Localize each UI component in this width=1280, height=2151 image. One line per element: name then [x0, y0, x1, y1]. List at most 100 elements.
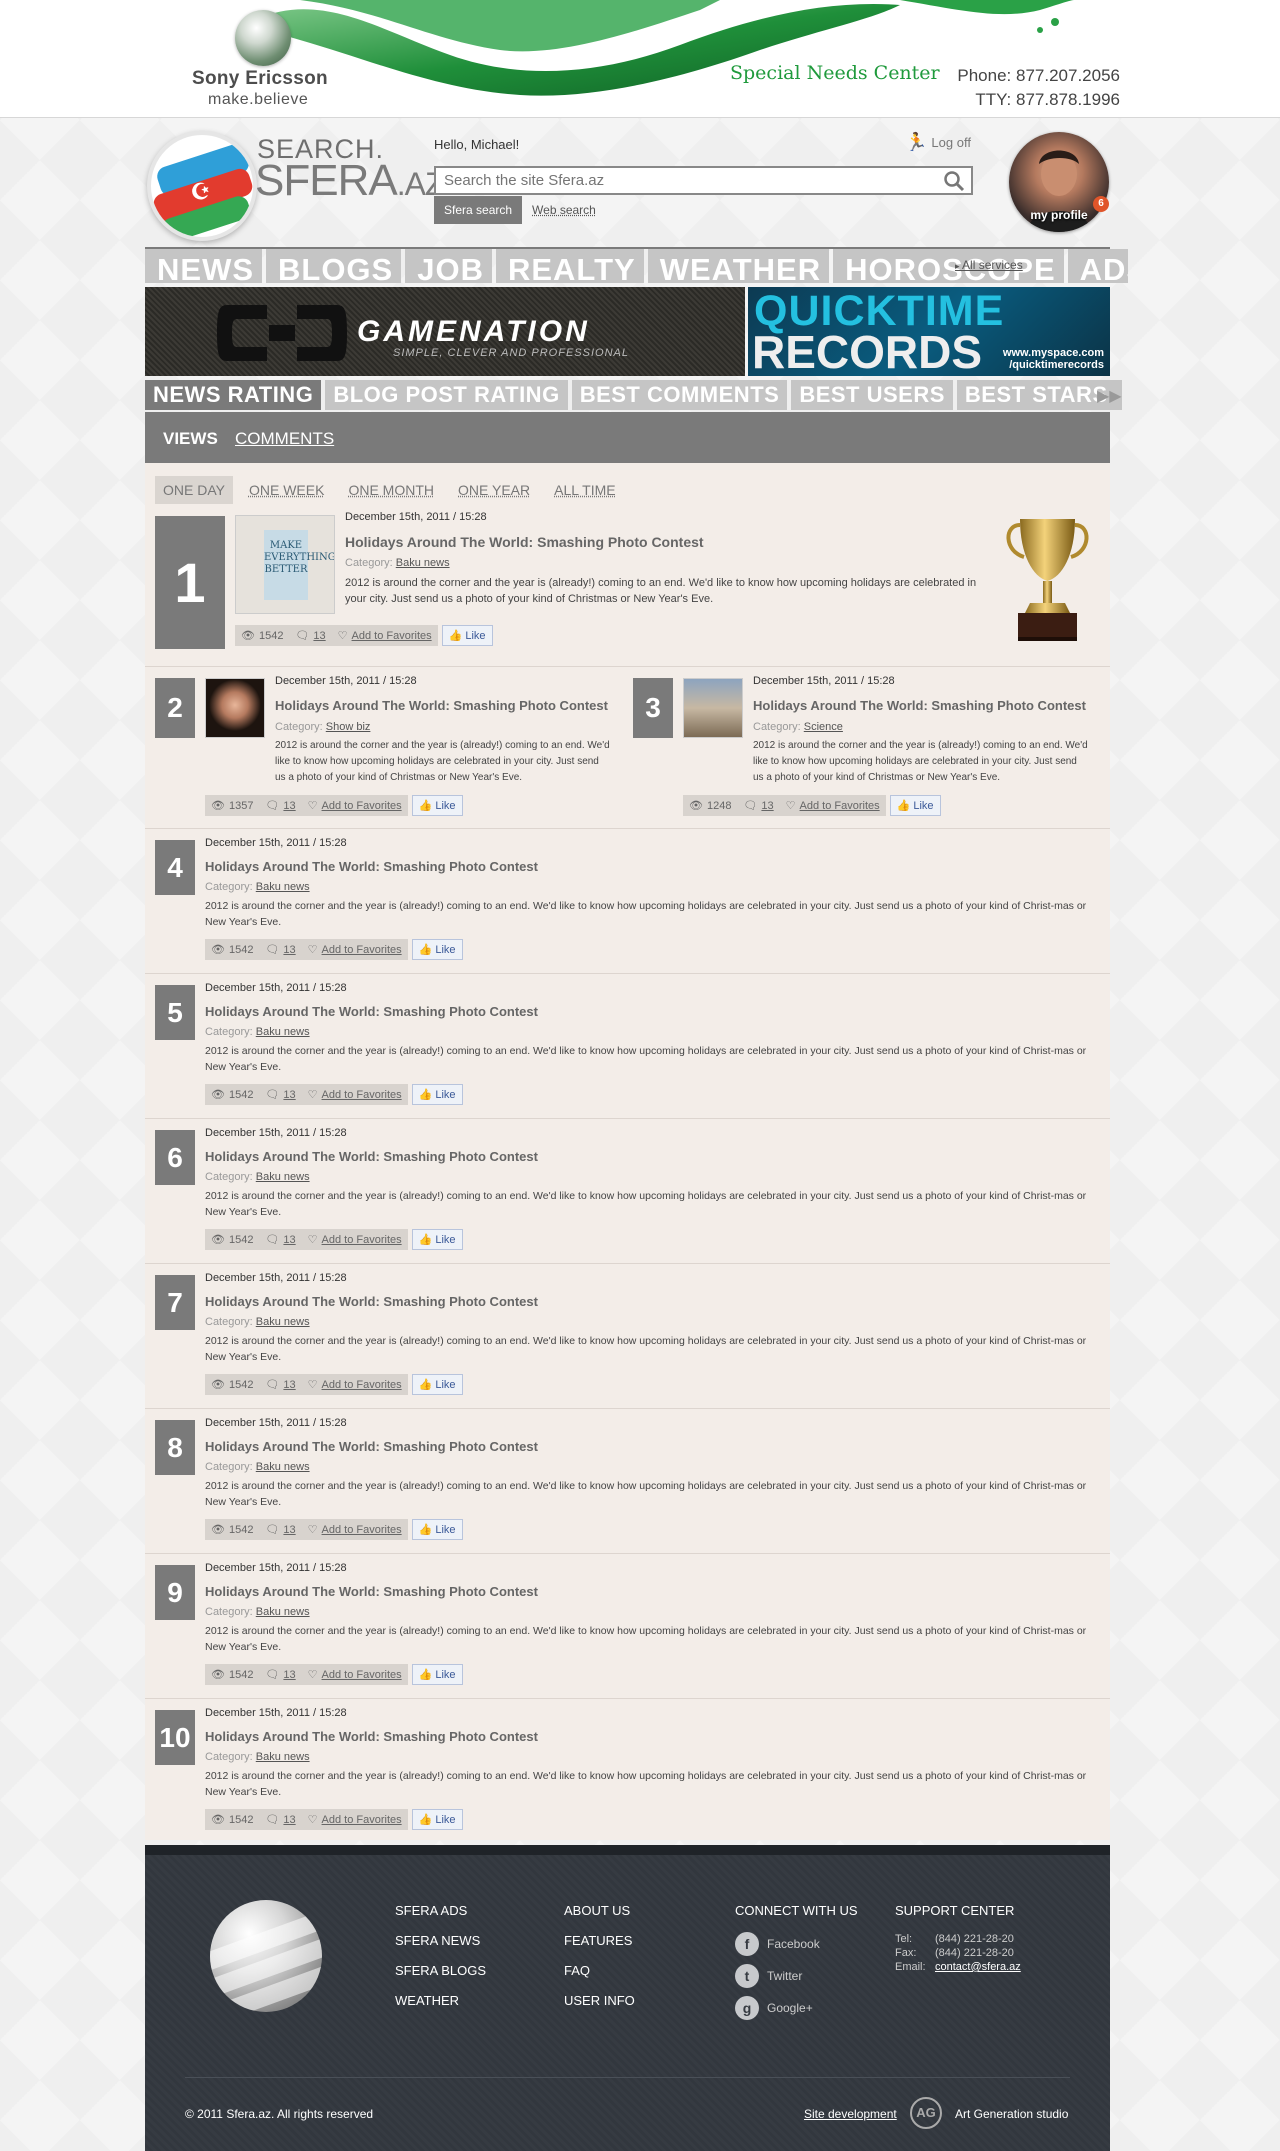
social-google-plus[interactable]: g Google+ — [735, 1996, 858, 2020]
like-button[interactable]: 👍 Like — [411, 939, 463, 960]
search-input[interactable] — [436, 168, 971, 193]
add-to-favorites-link[interactable]: Add to Favorites — [322, 1379, 402, 1391]
tab-comments[interactable]: COMMENTS — [235, 429, 334, 449]
add-to-favorites-link[interactable]: Add to Favorites — [322, 1524, 402, 1536]
avatar[interactable]: my profile — [1009, 132, 1109, 232]
logout-link[interactable]: 🏃 Log off — [905, 132, 971, 153]
article-title[interactable]: Holidays Around The World: Smashing Phot… — [205, 1149, 538, 1164]
footer-link-sfera-news[interactable]: SFERA NEWS — [395, 1933, 486, 1949]
logo-text-sfera[interactable]: SFERA.AZ — [255, 156, 444, 206]
like-button[interactable]: 👍 Like — [411, 1809, 463, 1830]
article-title[interactable]: Holidays Around The World: Smashing Phot… — [205, 1584, 538, 1599]
article-title[interactable]: Holidays Around The World: Smashing Phot… — [205, 1729, 538, 1744]
like-button[interactable]: 👍 Like — [411, 1664, 463, 1685]
notification-badge[interactable]: 6 — [1093, 196, 1109, 212]
article-title[interactable]: Holidays Around The World: Smashing Phot… — [275, 698, 608, 713]
add-to-favorites-link[interactable]: Add to Favorites — [322, 1089, 402, 1101]
comment-count[interactable]: 13 — [283, 1089, 295, 1101]
all-services-link[interactable]: All services — [955, 258, 1023, 272]
nav-news[interactable]: NEWS — [145, 249, 262, 283]
category-link[interactable]: Baku news — [256, 1026, 310, 1038]
comment-count[interactable]: 13 — [283, 944, 295, 956]
comment-count[interactable]: 13 — [283, 1814, 295, 1826]
footer-link-sfera-ads[interactable]: SFERA ADS — [395, 1903, 486, 1919]
art-generation-logo-icon[interactable]: AG — [910, 2097, 942, 2129]
like-button[interactable]: 👍 Like — [889, 795, 941, 816]
add-to-favorites-link[interactable]: Add to Favorites — [800, 800, 880, 812]
category-link[interactable]: Baku news — [256, 1171, 310, 1183]
comment-count[interactable]: 13 — [313, 630, 325, 642]
category-link[interactable]: Baku news — [256, 1461, 310, 1473]
add-to-favorites-link[interactable]: Add to Favorites — [322, 800, 402, 812]
tab-one-year[interactable]: ONE YEAR — [450, 476, 538, 504]
nav-realty[interactable]: REALTY — [495, 249, 644, 283]
article-title[interactable]: Holidays Around The World: Smashing Phot… — [205, 859, 538, 874]
tab-best-comments[interactable]: BEST COMMENTS — [571, 380, 788, 410]
social-twitter[interactable]: t Twitter — [735, 1964, 858, 1988]
tab-one-day[interactable]: ONE DAY — [155, 476, 233, 504]
nav-blogs[interactable]: BLOGS — [266, 249, 402, 283]
like-button[interactable]: 👍 Like — [411, 1229, 463, 1250]
article-title[interactable]: Holidays Around The World: Smashing Phot… — [205, 1439, 538, 1454]
tab-blog-post-rating[interactable]: BLOG POST RATING — [325, 380, 568, 410]
tab-one-month[interactable]: ONE MONTH — [340, 476, 442, 504]
nav-weather[interactable]: WEATHER — [647, 249, 830, 283]
site-logo-icon[interactable]: ☪ — [147, 131, 257, 241]
add-to-favorites-link[interactable]: Add to Favorites — [322, 1814, 402, 1826]
add-to-favorites-link[interactable]: Add to Favorites — [352, 630, 432, 642]
category-link[interactable]: Baku news — [256, 1751, 310, 1763]
article-thumbnail[interactable] — [683, 678, 743, 738]
nav-ads[interactable]: ADS — [1067, 249, 1128, 283]
add-to-favorites-link[interactable]: Add to Favorites — [322, 1234, 402, 1246]
tab-one-week[interactable]: ONE WEEK — [241, 476, 332, 504]
search-icon[interactable] — [943, 170, 965, 192]
article-title[interactable]: Holidays Around The World: Smashing Phot… — [753, 698, 1086, 713]
like-button[interactable]: 👍 Like — [441, 625, 493, 646]
comment-count[interactable]: 13 — [283, 1669, 295, 1681]
footer-link-user-info[interactable]: USER INFO — [564, 1993, 635, 2009]
footer-link-features[interactable]: FEATURES — [564, 1933, 635, 1949]
article-title[interactable]: Holidays Around The World: Smashing Phot… — [205, 1294, 538, 1309]
comment-count[interactable]: 13 — [283, 800, 295, 812]
quicktime-records-ad[interactable]: QUICKTIME RECORDS www.myspace.com/quickt… — [748, 287, 1110, 376]
like-button[interactable]: 👍 Like — [411, 795, 463, 816]
article-thumbnail[interactable] — [205, 678, 265, 738]
like-button[interactable]: 👍 Like — [411, 1374, 463, 1395]
top-ad-banner[interactable]: Sony Ericsson make.believe Special Needs… — [0, 0, 1280, 118]
social-facebook[interactable]: f Facebook — [735, 1932, 858, 1956]
article-title[interactable]: Holidays Around The World: Smashing Phot… — [205, 1004, 538, 1019]
tab-all-time[interactable]: ALL TIME — [546, 476, 623, 504]
email-link[interactable]: contact@sfera.az — [935, 1961, 1021, 1973]
footer-link-weather[interactable]: WEATHER — [395, 1993, 486, 2009]
site-development-link[interactable]: Site development — [804, 2107, 897, 2121]
footer-logo-icon[interactable] — [210, 1900, 322, 2012]
footer-link-faq[interactable]: FAQ — [564, 1963, 635, 1979]
add-to-favorites-link[interactable]: Add to Favorites — [322, 944, 402, 956]
comment-count[interactable]: 13 — [283, 1379, 295, 1391]
add-to-favorites-link[interactable]: Add to Favorites — [322, 1669, 402, 1681]
double-arrow-right-icon[interactable]: ▶▶ — [1097, 386, 1122, 406]
nav-job[interactable]: JOB — [405, 249, 492, 283]
category-link[interactable]: Baku news — [256, 1316, 310, 1328]
tab-sfera-search[interactable]: Sfera search — [434, 196, 523, 224]
article-thumbnail[interactable]: MAKE EVERYTHING BETTER — [235, 515, 335, 614]
footer-link-sfera-blogs[interactable]: SFERA BLOGS — [395, 1963, 486, 1979]
nav-horoscope[interactable]: HOROSCOPE — [833, 249, 1064, 283]
article-title[interactable]: Holidays Around The World: Smashing Phot… — [345, 534, 704, 550]
tab-views[interactable]: VIEWS — [163, 429, 218, 471]
comment-count[interactable]: 13 — [761, 800, 773, 812]
tab-news-rating[interactable]: NEWS RATING — [145, 380, 322, 410]
footer-link-about-us[interactable]: ABOUT US — [564, 1903, 635, 1919]
like-button[interactable]: 👍 Like — [411, 1084, 463, 1105]
tab-web-search[interactable]: Web search — [532, 196, 596, 224]
category-link[interactable]: Baku news — [396, 557, 450, 569]
gamenation-ad[interactable]: GAMENATION SIMPLE, CLEVER AND PROFESSION… — [145, 287, 745, 376]
category-link[interactable]: Science — [804, 721, 843, 733]
category-link[interactable]: Show biz — [326, 721, 371, 733]
like-button[interactable]: 👍 Like — [411, 1519, 463, 1540]
category-link[interactable]: Baku news — [256, 881, 310, 893]
tab-best-users[interactable]: BEST USERS — [791, 380, 953, 410]
comment-count[interactable]: 13 — [283, 1524, 295, 1536]
category-link[interactable]: Baku news — [256, 1606, 310, 1618]
comment-count[interactable]: 13 — [283, 1234, 295, 1246]
